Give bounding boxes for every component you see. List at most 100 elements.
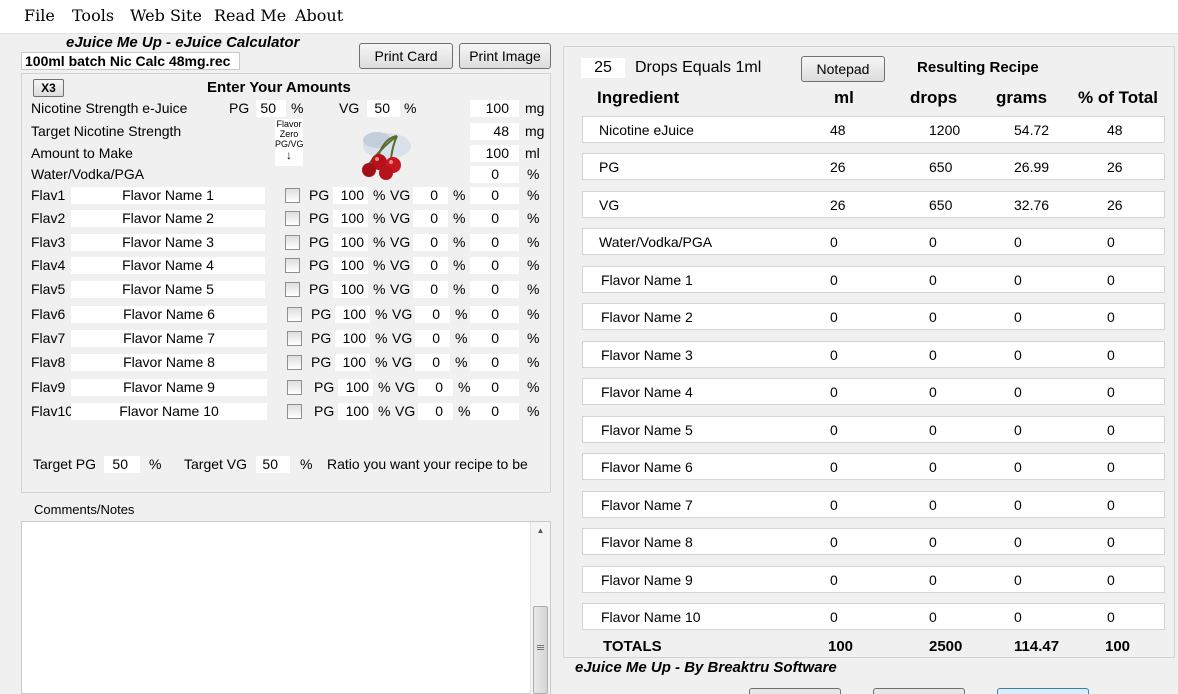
scroll-up-icon[interactable]: ▲ xyxy=(531,522,550,540)
flavor-vg-input[interactable]: 0 xyxy=(413,234,448,251)
flavor-pg-input[interactable]: 100 xyxy=(333,234,368,251)
recipe-ingredient: Flavor Name 9 xyxy=(601,572,693,588)
flavor-pg-input[interactable]: 100 xyxy=(335,354,370,371)
bottom-button-1[interactable] xyxy=(749,688,841,694)
flavor-pct-input[interactable]: 0 xyxy=(470,379,519,396)
menu-web-site[interactable]: Web Site xyxy=(130,6,202,25)
flavor-pct-input[interactable]: 0 xyxy=(470,210,519,227)
flavor-zero-checkbox[interactable] xyxy=(285,235,300,250)
flavor-pg-input[interactable]: 100 xyxy=(335,306,370,323)
recipe-ingredient: Nicotine eJuice xyxy=(599,122,694,138)
flavor-vg-input[interactable]: 0 xyxy=(415,306,450,323)
flavor-pg-input[interactable]: 100 xyxy=(338,403,373,420)
flavor-zero-checkbox[interactable] xyxy=(285,188,300,203)
flavor-name-input[interactable]: Flavor Name 9 xyxy=(71,379,267,396)
recipe-row: Flavor Name 4 0 0 0 0 xyxy=(582,378,1165,405)
flavor-pct-input[interactable]: 0 xyxy=(470,257,519,274)
col-header-grams: grams xyxy=(996,88,1048,107)
flavor-zero-checkbox[interactable] xyxy=(285,258,300,273)
flavor-vg-input[interactable]: 0 xyxy=(413,281,448,298)
flavor-vg-input[interactable]: 0 xyxy=(418,403,453,420)
amount-input[interactable]: 100 xyxy=(470,145,519,162)
nic-strength-label: Nicotine Strength e-Juice xyxy=(31,100,188,116)
flavor-pct-input[interactable]: 0 xyxy=(470,234,519,251)
flavor-zero-checkbox[interactable] xyxy=(287,404,302,419)
target-pg-input[interactable]: 50 xyxy=(104,456,140,473)
flavor-pct-input[interactable]: 0 xyxy=(470,354,519,371)
print-card-button[interactable]: Print Card xyxy=(359,43,453,69)
flavor-zero-checkbox[interactable] xyxy=(287,307,302,322)
flavor-pct-input[interactable]: 0 xyxy=(470,330,519,347)
recipe-drops: 650 xyxy=(929,159,953,175)
flavor-vg-input[interactable]: 0 xyxy=(418,379,453,396)
recipe-drops: 0 xyxy=(929,534,937,550)
filename-field[interactable]: 100ml batch Nic Calc 48mg.rec xyxy=(21,52,240,70)
flavor-name-input[interactable]: Flavor Name 5 xyxy=(71,281,265,298)
flavor-vg-input[interactable]: 0 xyxy=(415,330,450,347)
flavor-name-input[interactable]: Flavor Name 8 xyxy=(71,354,267,371)
recipe-ingredient: Flavor Name 6 xyxy=(601,459,693,475)
flavor-pct-unit: % xyxy=(527,403,540,419)
drops-input[interactable]: 25 xyxy=(581,58,625,78)
flavor-name-input[interactable]: Flavor Name 2 xyxy=(71,210,265,227)
nic-strength-input[interactable]: 100 xyxy=(470,100,519,117)
flavor-vg-input[interactable]: 0 xyxy=(413,187,448,204)
comments-scrollbar[interactable]: ▲ xyxy=(530,522,550,694)
flavor-pct-input[interactable]: 0 xyxy=(470,403,519,420)
water-input[interactable]: 0 xyxy=(470,166,519,183)
recipe-pct: 26 xyxy=(1107,159,1123,175)
totals-ml: 100 xyxy=(828,638,854,655)
target-vg-input[interactable]: 50 xyxy=(256,456,290,473)
recipe-row: Flavor Name 10 0 0 0 0 xyxy=(582,603,1165,630)
flavor-name-input[interactable]: Flavor Name 4 xyxy=(71,257,265,274)
flavor-pct-input[interactable]: 0 xyxy=(470,306,519,323)
recipe-ml: 0 xyxy=(830,309,838,325)
print-image-button[interactable]: Print Image xyxy=(459,43,551,69)
target-nic-input[interactable]: 48 xyxy=(470,123,519,140)
flavor-name-input[interactable]: Flavor Name 10 xyxy=(71,403,267,420)
menu-file[interactable]: File xyxy=(24,6,55,25)
flavor-zero-checkbox[interactable] xyxy=(287,331,302,346)
bottom-button-3[interactable] xyxy=(997,688,1089,694)
flavor-name-input[interactable]: Flavor Name 7 xyxy=(71,330,267,347)
menu-read-me[interactable]: Read Me xyxy=(214,6,286,25)
flavor-vg-input[interactable]: 0 xyxy=(413,210,448,227)
menu-tools[interactable]: Tools xyxy=(72,6,114,25)
flavor-name-input[interactable]: Flavor Name 1 xyxy=(71,187,265,204)
target-nic-unit: mg xyxy=(525,123,545,139)
recipe-drops: 1200 xyxy=(929,122,961,138)
flavor-vg-input[interactable]: 0 xyxy=(415,354,450,371)
bottom-button-2[interactable] xyxy=(873,688,965,694)
flavor-zero-checkbox[interactable] xyxy=(285,211,300,226)
nic-pg-input[interactable]: 50 xyxy=(256,100,286,117)
nic-vg-input[interactable]: 50 xyxy=(367,100,400,117)
flavor-vg-label: VG xyxy=(392,330,413,346)
notepad-button[interactable]: Notepad xyxy=(801,56,885,82)
flavor-zero-checkbox[interactable] xyxy=(287,380,302,395)
flavor-pg-input[interactable]: 100 xyxy=(333,281,368,298)
menu-about[interactable]: About xyxy=(295,6,343,25)
comments-textarea[interactable] xyxy=(21,521,551,694)
nic-strength-unit: mg xyxy=(525,100,545,116)
scrollbar-thumb[interactable] xyxy=(533,606,548,694)
flavor-pg-input[interactable]: 100 xyxy=(333,187,368,204)
flavor-pg-input[interactable]: 100 xyxy=(333,257,368,274)
flavor-vg-input[interactable]: 0 xyxy=(413,257,448,274)
flavor-zero-checkbox[interactable] xyxy=(285,282,300,297)
flavor-pg-input[interactable]: 100 xyxy=(338,379,373,396)
flavor-pct-input[interactable]: 0 xyxy=(470,281,519,298)
recipe-ingredient: Flavor Name 1 xyxy=(601,272,693,288)
x3-button[interactable]: X3 xyxy=(33,79,64,97)
flavor-name-input[interactable]: Flavor Name 3 xyxy=(71,234,265,251)
recipe-row: PG 26 650 26.99 26 xyxy=(582,153,1165,180)
flavor-pg-input[interactable]: 100 xyxy=(335,330,370,347)
flavor-pg-label: PG xyxy=(309,281,330,297)
recipe-row: Water/Vodka/PGA 0 0 0 0 xyxy=(582,228,1165,255)
flavor-zero-checkbox[interactable] xyxy=(287,355,302,370)
flavor-pg-input[interactable]: 100 xyxy=(333,210,368,227)
flavor-zero-button[interactable]: Flavor Zero PG/VG ↓ xyxy=(275,119,304,166)
enter-amounts-heading: Enter Your Amounts xyxy=(207,79,351,96)
flavor-pct-input[interactable]: 0 xyxy=(470,187,519,204)
flavor-name-input[interactable]: Flavor Name 6 xyxy=(71,306,267,323)
recipe-ingredient: Flavor Name 4 xyxy=(601,384,693,400)
